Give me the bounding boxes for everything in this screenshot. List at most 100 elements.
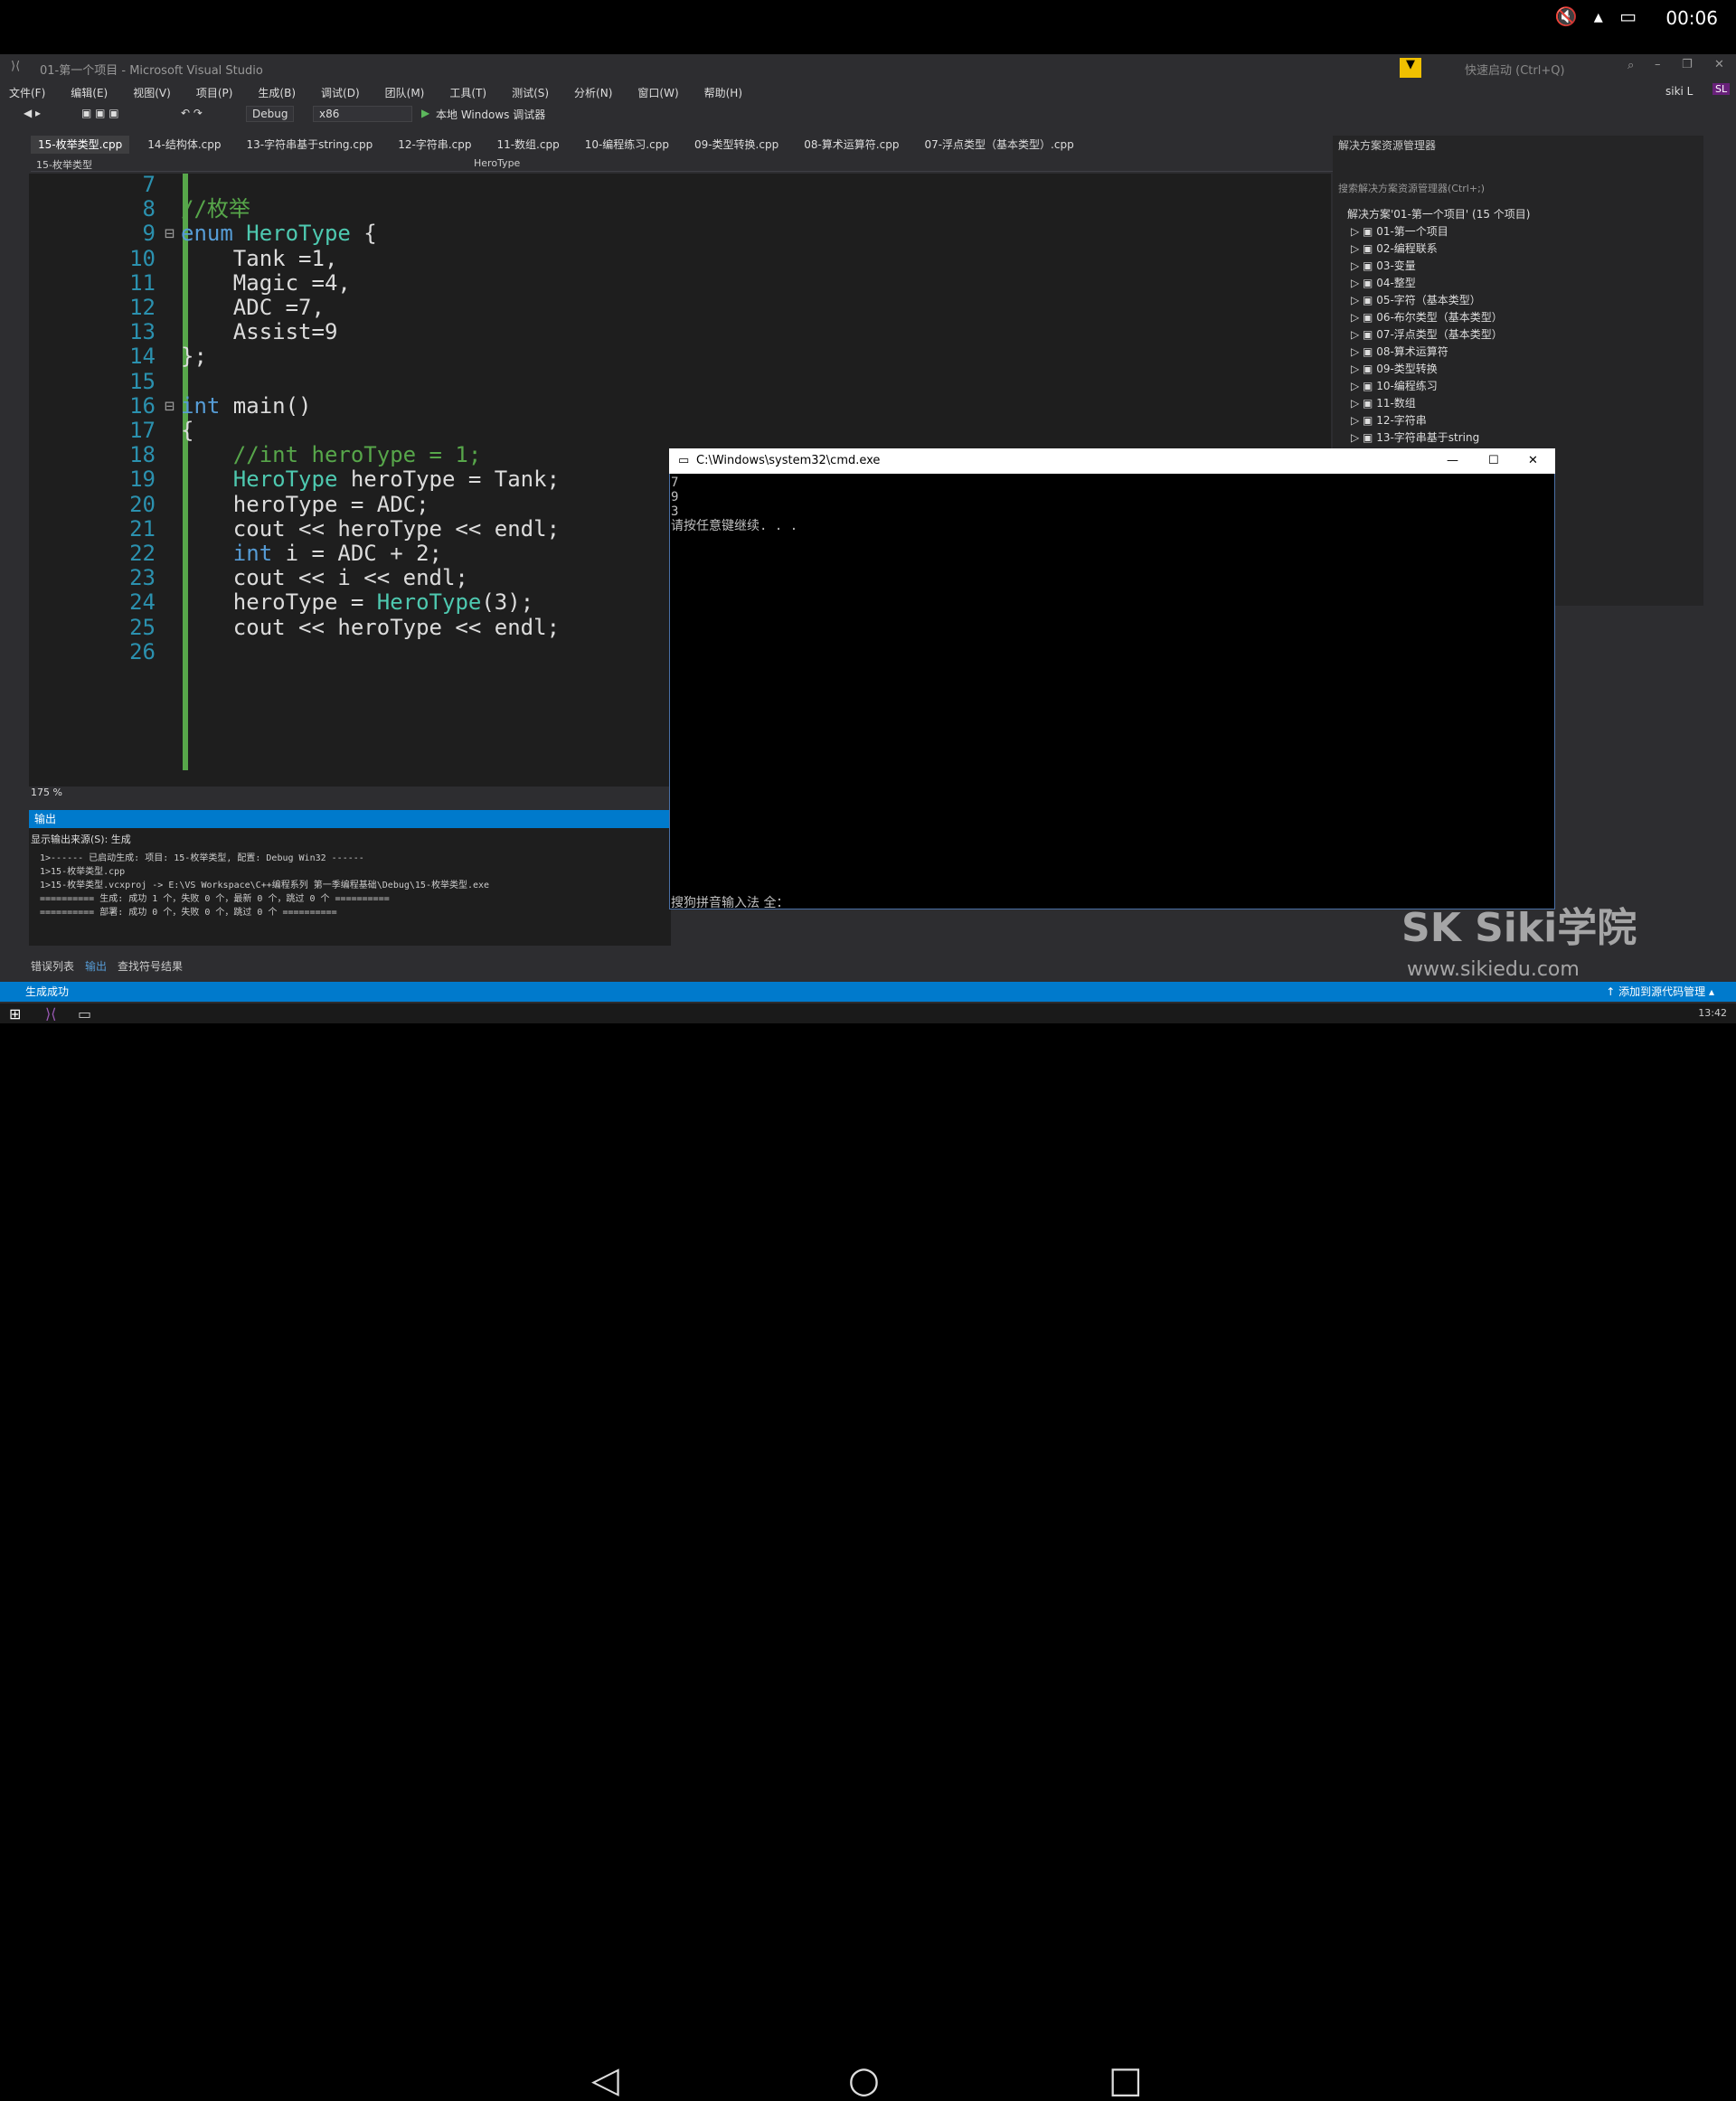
quick-launch-input[interactable]: 快速启动 (Ctrl+Q) <box>1465 61 1565 78</box>
menu-item[interactable]: 窗口(W) <box>637 87 678 99</box>
menu-item[interactable]: 测试(S) <box>512 87 549 99</box>
output-line: ========== 部署: 成功 0 个，失败 0 个，跳过 0 个 ====… <box>40 908 337 918</box>
user-name[interactable]: siki L <box>1665 85 1693 98</box>
tab-file[interactable]: 11-数组.cpp <box>489 136 566 154</box>
solution-items: ▷ ▣ 01-第一个项目 ▷ ▣ 02-编程联系 ▷ ▣ 03-变量 ▷ ▣ 04-整… <box>1351 223 1503 447</box>
zoom-value[interactable]: 175 % <box>31 787 62 798</box>
cmd-close-icon[interactable]: ✕ <box>1528 448 1538 474</box>
status-text: 生成成功 <box>25 985 70 998</box>
search-icon[interactable]: ⌕ <box>1628 59 1634 72</box>
tab-file[interactable]: 12-字符串.cpp <box>391 136 478 154</box>
toolbar: ◀ ▸ ▣ ▣ ▣ ↶ ↷ Debug x86 ▶ 本地 Windows 调试器 <box>0 105 1338 127</box>
tab-file[interactable]: 10-编程练习.cpp <box>578 136 676 154</box>
solution-item[interactable]: ▷ ▣ 13-字符串基于string <box>1351 429 1503 447</box>
cmd-taskbar-icon[interactable]: ▭ <box>78 1005 91 1022</box>
output-line: ========== 生成: 成功 1 个，失败 0 个，最新 0 个，跳过 0… <box>40 894 390 904</box>
config-select[interactable]: Debug <box>246 106 295 122</box>
solution-item[interactable]: ▷ ▣ 01-第一个项目 <box>1351 223 1503 240</box>
cmd-title: C:\Windows\system32\cmd.exe <box>696 454 881 467</box>
document-tabs: 15-枚举类型.cpp 14-结构体.cpp 13-字符串基于string.cpp 1… <box>31 136 1333 154</box>
solution-item[interactable]: ▷ ▣ 08-算术运算符 <box>1351 344 1503 361</box>
cmd-minimize-icon[interactable]: — <box>1447 448 1458 474</box>
solution-item[interactable]: ▷ ▣ 12-字符串 <box>1351 412 1503 429</box>
bottom-tab[interactable]: 查找符号结果 <box>118 960 183 973</box>
tab-file[interactable]: 07-浮点类型（基本类型）.cpp <box>917 136 1080 154</box>
output-line: 1>15-枚举类型.vcxproj -> E:\VS Workspace\C++… <box>40 881 490 890</box>
solution-explorer-title: 解决方案资源管理器 <box>1338 139 1437 152</box>
zoom-level[interactable]: 175 % <box>31 787 664 801</box>
avatar[interactable]: SL <box>1712 83 1731 95</box>
save-icon[interactable]: ▣ ▣ ▣ <box>81 107 119 119</box>
output-text: 1>------ 已启动生成: 项目: 15-枚举类型, 配置: Debug W… <box>40 852 489 919</box>
device-status-bar: 🔇 ▴ ▭ 00:06 <box>0 0 1736 36</box>
nav-file[interactable]: 15-枚举类型 <box>36 157 92 172</box>
restore-icon[interactable]: ❐ <box>1682 58 1693 71</box>
platform-select[interactable]: x86 <box>313 106 412 122</box>
taskbar-clock: 13:42 <box>1698 1007 1727 1019</box>
run-icon[interactable]: ▶ <box>421 107 429 119</box>
menu-bar: 文件(F) 编辑(E) 视图(V) 项目(P) 生成(B) 调试(D) 团队(M) 工具(T)… <box>0 81 1736 101</box>
solution-item[interactable]: ▷ ▣ 06-布尔类型（基本类型） <box>1351 309 1503 326</box>
line-number: 26 <box>129 638 156 664</box>
menu-item[interactable]: 编辑(E) <box>71 87 108 99</box>
source-control-button[interactable]: ↑ 添加到源代码管理 ▴ <box>1606 982 1714 1002</box>
tab-file[interactable]: 13-字符串基于string.cpp <box>240 136 381 154</box>
bottom-tabs: 错误列表 输出 查找符号结果 <box>31 958 193 974</box>
solution-item[interactable]: ▷ ▣ 02-编程联系 <box>1351 240 1503 258</box>
undo-icon[interactable]: ↶ ↷ <box>181 107 203 119</box>
nav-scope[interactable]: HeroType <box>474 157 520 169</box>
output-source[interactable]: 显示输出来源(S): 生成 <box>31 832 131 846</box>
home-nav-icon[interactable]: ○ <box>848 2059 880 2101</box>
cmd-output: 7 9 3 请按任意键继续. . . <box>671 476 798 533</box>
start-icon[interactable]: ⊞ <box>9 1005 21 1022</box>
tab-file[interactable]: 08-算术运算符.cpp <box>797 136 906 154</box>
menu-item[interactable]: 生成(B) <box>258 87 296 99</box>
run-button[interactable]: 本地 Windows 调试器 <box>436 107 545 122</box>
back-icon[interactable]: ◀ ▸ <box>24 107 41 119</box>
minimize-icon[interactable]: – <box>1655 58 1661 71</box>
watermark-url: www.sikiedu.com <box>1407 958 1580 981</box>
output-line: 1>------ 已启动生成: 项目: 15-枚举类型, 配置: Debug W… <box>40 853 364 863</box>
menu-item[interactable]: 视图(V) <box>133 87 171 99</box>
device-clock: 00:06 <box>1665 7 1718 29</box>
solution-item[interactable]: ▷ ▣ 11-数组 <box>1351 395 1503 412</box>
solution-root[interactable]: 解决方案'01-第一个项目' (15 个项目) <box>1347 206 1530 223</box>
menu-item[interactable]: 调试(D) <box>321 87 360 99</box>
output-title: 输出 <box>29 810 671 828</box>
vs-logo-icon: ⟩⟨ <box>11 60 21 73</box>
menu-item[interactable]: 工具(T) <box>449 87 486 99</box>
menu-item[interactable]: 帮助(H) <box>704 87 742 99</box>
back-nav-icon[interactable]: ◁ <box>591 2059 619 2101</box>
window-title: 01-第一个项目 - Microsoft Visual Studio <box>40 64 263 78</box>
tab-file[interactable]: 09-类型转换.cpp <box>687 136 786 154</box>
taskbar: ⊞ ⟩⟨ ▭ 13:42 <box>0 1003 1736 1023</box>
solution-item[interactable]: ▷ ▣ 09-类型转换 <box>1351 361 1503 378</box>
solution-item[interactable]: ▷ ▣ 03-变量 <box>1351 258 1503 275</box>
recents-nav-icon[interactable]: □ <box>1109 2059 1143 2101</box>
android-nav-bar: ◁ ○ □ <box>0 1023 1736 2101</box>
solution-item[interactable]: ▷ ▣ 05-字符（基本类型） <box>1351 292 1503 309</box>
filter-icon[interactable]: ▼ <box>1400 58 1421 78</box>
solution-item[interactable]: ▷ ▣ 04-整型 <box>1351 275 1503 292</box>
bottom-tab[interactable]: 错误列表 <box>31 960 74 973</box>
solution-item[interactable]: ▷ ▣ 10-编程练习 <box>1351 378 1503 395</box>
menu-item[interactable]: 团队(M) <box>385 87 425 99</box>
solution-search-input[interactable]: 搜索解决方案资源管理器(Ctrl+;) <box>1338 181 1485 195</box>
status-icons: 🔇 ▴ ▭ <box>1554 5 1642 27</box>
solution-item[interactable]: ▷ ▣ 07-浮点类型（基本类型） <box>1351 326 1503 344</box>
menu-item[interactable]: 分析(N) <box>574 87 612 99</box>
output-line: 1>15-枚举类型.cpp <box>40 867 126 877</box>
cmd-window[interactable] <box>669 448 1555 909</box>
navigation-bar: 15-枚举类型 HeroType <box>31 155 1333 172</box>
menu-item[interactable]: 项目(P) <box>196 87 233 99</box>
cmd-icon: ▭ <box>678 454 690 467</box>
watermark-brand: SK Siki学院 <box>1401 905 1637 951</box>
cmd-maximize-icon[interactable]: ☐ <box>1488 448 1499 474</box>
close-icon[interactable]: ✕ <box>1714 58 1724 71</box>
vs-taskbar-icon[interactable]: ⟩⟨ <box>45 1005 56 1022</box>
bottom-tab[interactable]: 输出 <box>85 960 107 973</box>
menu-item[interactable]: 文件(F) <box>9 87 45 99</box>
cmd-titlebar: C:\Windows\system32\cmd.exe ▭ — ☐ ✕ <box>669 448 1555 474</box>
tab-file[interactable]: 14-结构体.cpp <box>140 136 228 154</box>
tab-file[interactable]: 15-枚举类型.cpp <box>31 136 130 154</box>
